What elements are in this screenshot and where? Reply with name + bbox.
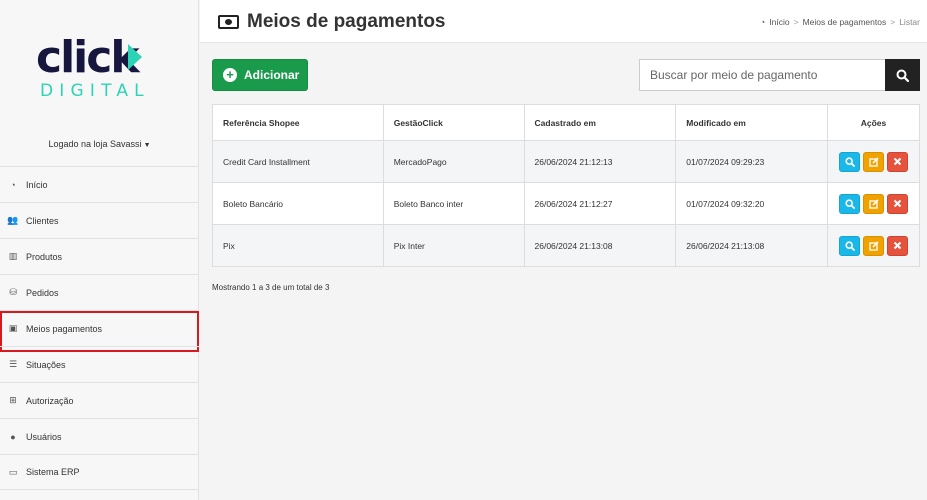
- edit-button[interactable]: [863, 151, 885, 172]
- delete-button[interactable]: [887, 235, 909, 256]
- click-digital-logo[interactable]: click DIGITAL: [36, 32, 164, 102]
- basket-icon: ⛁: [9, 287, 17, 297]
- view-button[interactable]: [839, 235, 861, 256]
- view-button[interactable]: [839, 151, 861, 172]
- sidebar-item-meios-pagamentos[interactable]: ▣ Meios pagamentos: [0, 310, 199, 352]
- cell-acoes: [827, 224, 920, 267]
- sidebar-item-label: Início: [26, 179, 48, 190]
- logo-word: click: [36, 32, 140, 83]
- plus-circle-icon: +: [223, 68, 237, 82]
- search-bar: [639, 59, 920, 91]
- table-row: Credit Card Installment MercadoPago 26/0…: [212, 140, 920, 183]
- column-header-modificado[interactable]: Modificado em: [675, 104, 829, 141]
- user-icon: ●: [10, 431, 16, 442]
- edit-icon: [868, 240, 879, 251]
- breadcrumb-section[interactable]: Meios de pagamentos: [803, 17, 887, 27]
- cell-referencia: Pix: [212, 224, 384, 267]
- cell-gestaoclick: Boleto Banco inter: [382, 182, 525, 225]
- sitemap-icon: ⊞: [9, 395, 17, 405]
- caret-down-icon: ▼: [143, 142, 151, 149]
- edit-button[interactable]: [863, 193, 885, 214]
- search-icon: [844, 240, 855, 251]
- money-icon: [218, 15, 239, 29]
- sidebar-item-situacoes[interactable]: ☰ Situações: [0, 346, 199, 382]
- close-icon: [893, 199, 902, 208]
- search-icon: [844, 156, 855, 167]
- breadcrumb: ◔ Início > Meios de pagamentos > Listar: [760, 17, 920, 27]
- edit-button[interactable]: [863, 235, 885, 256]
- column-header-gestaoclick[interactable]: GestãoClick: [382, 104, 525, 141]
- pagination-summary: Mostrando 1 a 3 de um total de 3: [212, 283, 330, 292]
- sidebar-item-label: Clientes: [26, 215, 59, 226]
- sidebar-item-inicio[interactable]: ◔ Início: [0, 166, 199, 202]
- sidebar-item-produtos[interactable]: ▥ Produtos: [0, 238, 199, 274]
- sidebar-menu: ◔ Início 👥 Clientes ▥ Produtos ⛁ Pedidos…: [0, 166, 199, 490]
- view-button[interactable]: [839, 193, 861, 214]
- store-selector[interactable]: Logado na loja Savassi ▼: [0, 139, 199, 149]
- edit-icon: [868, 198, 879, 209]
- sidebar-item-label: Situações: [26, 359, 66, 370]
- table-header-row: Referência Shopee GestãoClick Cadastrado…: [212, 104, 920, 141]
- page-header: Meios de pagamentos ◔ Início > Meios de …: [200, 0, 927, 43]
- close-icon: [893, 157, 902, 166]
- cell-gestaoclick: MercadoPago: [382, 140, 525, 183]
- sidebar-item-pedidos[interactable]: ⛁ Pedidos: [0, 274, 199, 310]
- barcode-icon: ▥: [8, 251, 18, 261]
- store-label: Logado na loja Savassi: [48, 139, 142, 149]
- column-header-acoes: Ações: [827, 104, 920, 141]
- sidebar-item-sistema-erp[interactable]: ▭ Sistema ERP: [0, 454, 199, 490]
- sidebar-item-clientes[interactable]: 👥 Clientes: [0, 202, 199, 238]
- sidebar-item-autorizacao[interactable]: ⊞ Autorização: [0, 382, 199, 418]
- sidebar-item-label: Sistema ERP: [26, 467, 80, 477]
- cell-cadastrado: 26/06/2024 21:13:08: [523, 224, 677, 267]
- page-title: Meios de pagamentos: [218, 11, 446, 33]
- search-button[interactable]: [885, 59, 920, 91]
- sidebar-item-label: Produtos: [26, 251, 63, 262]
- cell-acoes: [827, 140, 920, 183]
- cell-cadastrado: 26/06/2024 21:12:13: [523, 140, 677, 183]
- cell-modificado: 01/07/2024 09:32:20: [675, 182, 829, 225]
- breadcrumb-separator: >: [890, 17, 896, 27]
- sidebar-item-label: Usuários: [26, 431, 62, 442]
- table-row: Boleto Bancário Boleto Banco inter 26/06…: [212, 182, 920, 225]
- breadcrumb-home[interactable]: Início: [769, 17, 789, 27]
- search-icon: [844, 198, 855, 209]
- logo-accent-icon: [128, 44, 142, 70]
- payment-methods-table: Referência Shopee GestãoClick Cadastrado…: [212, 104, 920, 267]
- close-icon: [893, 241, 902, 250]
- cell-cadastrado: 26/06/2024 21:12:27: [523, 182, 677, 225]
- cell-modificado: 26/06/2024 21:13:08: [675, 224, 829, 267]
- breadcrumb-separator: >: [793, 17, 799, 27]
- cell-referencia: Boleto Bancário: [212, 182, 384, 225]
- add-button[interactable]: + Adicionar: [212, 59, 308, 91]
- logo-sub: DIGITAL: [40, 81, 150, 101]
- search-input[interactable]: [639, 59, 885, 91]
- sidebar-item-label: Meios pagamentos: [26, 323, 103, 334]
- sidebar-item-usuarios[interactable]: ● Usuários: [0, 418, 199, 454]
- column-header-cadastrado[interactable]: Cadastrado em: [523, 104, 677, 141]
- delete-button[interactable]: [887, 151, 909, 172]
- users-icon: 👥: [7, 215, 19, 225]
- sidebar-item-label: Pedidos: [26, 287, 59, 298]
- edit-icon: [868, 156, 879, 167]
- add-button-label: Adicionar: [244, 68, 300, 82]
- delete-button[interactable]: [887, 193, 909, 214]
- page-title-text: Meios de pagamentos: [247, 11, 446, 32]
- column-header-referencia[interactable]: Referência Shopee: [212, 104, 384, 141]
- cell-acoes: [827, 182, 920, 225]
- list-icon: ☰: [8, 359, 18, 369]
- laptop-icon: ▭: [8, 466, 18, 477]
- cell-modificado: 01/07/2024 09:29:23: [675, 140, 829, 183]
- money-icon: ▣: [8, 323, 18, 333]
- search-icon: [896, 69, 909, 82]
- table-row: Pix Pix Inter 26/06/2024 21:13:08 26/06/…: [212, 224, 920, 267]
- dashboard-icon: ◔: [10, 179, 16, 190]
- breadcrumb-current: Listar: [899, 17, 920, 27]
- sidebar-item-label: Autorização: [26, 395, 74, 406]
- cell-gestaoclick: Pix Inter: [382, 224, 525, 267]
- cell-referencia: Credit Card Installment: [212, 140, 384, 183]
- dashboard-icon: ◔: [760, 17, 766, 27]
- sidebar: click DIGITAL Logado na loja Savassi ▼ ◔ …: [0, 0, 199, 500]
